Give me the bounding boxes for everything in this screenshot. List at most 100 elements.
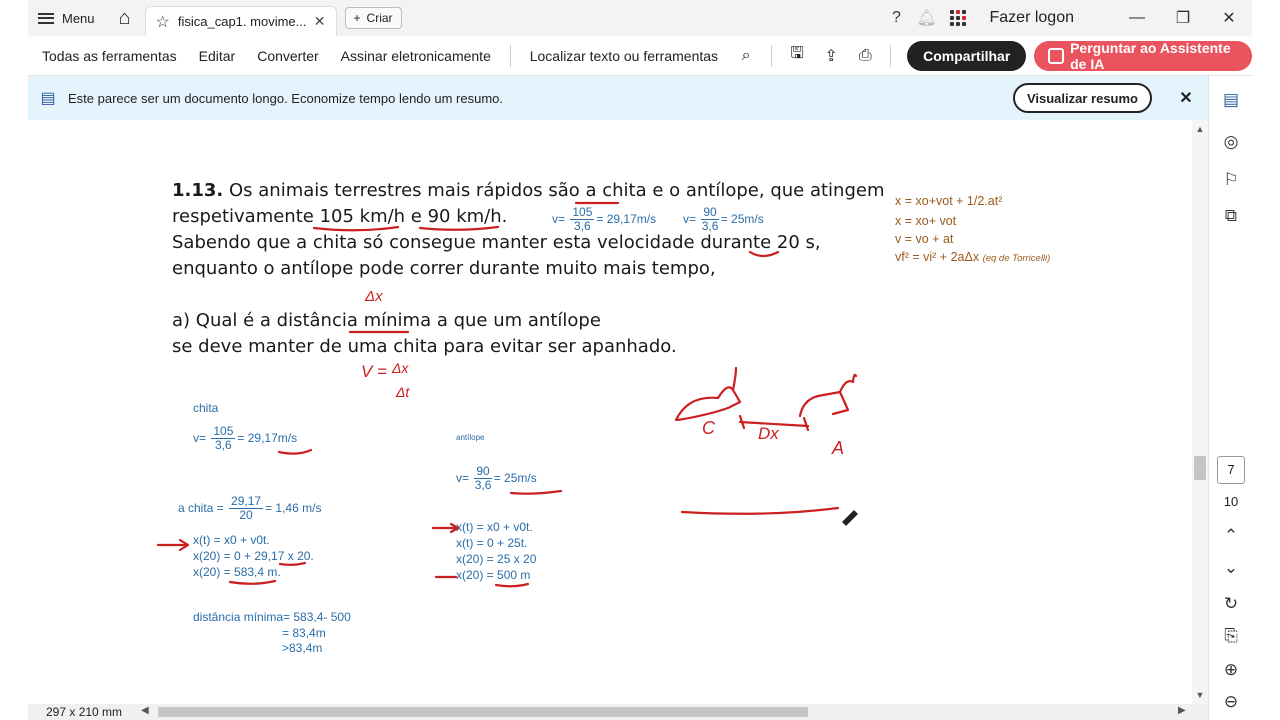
underline-583 xyxy=(228,579,277,585)
sign-menu[interactable]: Assinar eletronicamente xyxy=(330,48,502,64)
question-number: 1.13. xyxy=(172,180,224,201)
speed-conversion-antilope: v= 90 3,6 = 25m/s xyxy=(683,205,764,234)
rotate-icon[interactable]: ↻ xyxy=(1209,594,1253,614)
delta-x-annotation: Δx xyxy=(365,288,383,305)
current-page-input[interactable]: 7 xyxy=(1217,456,1245,484)
pages-icon[interactable]: ⧉ xyxy=(1209,206,1253,226)
antilope-position-4: x(20) = 500 m xyxy=(456,568,531,582)
pencil-cursor xyxy=(842,510,858,526)
chita-sketch xyxy=(674,366,742,422)
question-line-2: respetivamente 105 km/h e 90 km/h. xyxy=(172,206,508,227)
ai-assistant-button[interactable]: Perguntar ao Assistente de IA xyxy=(1034,39,1253,72)
zoom-in-icon[interactable]: ⊕ xyxy=(1209,660,1253,680)
right-margin xyxy=(1252,0,1280,720)
sign-in-link[interactable]: Fazer logon xyxy=(990,9,1075,27)
underline-90 xyxy=(418,225,500,231)
close-banner-icon[interactable]: ✕ xyxy=(1174,88,1198,108)
close-window-icon[interactable]: ✕ xyxy=(1206,8,1252,28)
chita-title: chita xyxy=(193,401,219,415)
antilope-letter: A xyxy=(832,438,845,458)
scroll-down-icon[interactable]: ▼ xyxy=(1192,690,1208,700)
document-page[interactable]: 1.13. Os animais terrestres mais rápidos… xyxy=(28,120,1192,704)
hamburger-icon xyxy=(38,12,54,24)
chita-acceleration: a chita = 29,17 20 = 1,46 m/s xyxy=(178,494,322,523)
bell-icon[interactable]: 🔔︎ xyxy=(912,8,942,28)
next-page-icon[interactable]: ⌄ xyxy=(1209,558,1253,578)
summary-icon: ▤ xyxy=(40,90,56,107)
create-button[interactable]: + Criar xyxy=(344,7,402,29)
formula-1: x = xo+vot + 1/2.at² xyxy=(895,194,1003,208)
chita-speed: v= 105 3,6 = 29,17m/s xyxy=(193,424,298,453)
question-line-1-text: Os animais terrestres mais rápidos são a… xyxy=(228,180,885,201)
upload-cloud-icon[interactable]: ⇪ xyxy=(814,46,848,66)
vertical-scrollbar[interactable]: ▲ ▼ xyxy=(1192,120,1208,704)
antilope-position-2: x(t) = 0 + 25t. xyxy=(456,536,528,550)
zoom-out-icon[interactable]: ⊖ xyxy=(1209,692,1253,712)
summary-panel-icon[interactable]: ▤ xyxy=(1209,90,1253,110)
find-tools-field[interactable]: Localizar texto ou ferramentas xyxy=(519,48,729,64)
convert-menu[interactable]: Converter xyxy=(246,48,329,64)
distance-line-3: >83,4m xyxy=(282,641,323,655)
vertical-scroll-thumb[interactable] xyxy=(1194,456,1206,480)
toolbar-divider xyxy=(509,44,511,67)
question-line-6: se deve manter de uma chita para evitar … xyxy=(172,336,677,357)
all-tools-menu[interactable]: Todas as ferramentas xyxy=(28,48,188,64)
distance-line-1: distância mínima= 583,4- 500 xyxy=(193,610,351,624)
help-icon[interactable]: ? xyxy=(882,9,912,27)
home-icon[interactable]: ⌂ xyxy=(105,0,145,36)
minimize-icon[interactable]: — xyxy=(1114,9,1160,27)
speed-formula-v: V = xyxy=(361,362,387,381)
ai-assistant-label: Perguntar ao Assistente de IA xyxy=(1070,39,1231,72)
scroll-up-icon[interactable]: ▲ xyxy=(1192,124,1208,134)
close-tab-icon[interactable]: ✕ xyxy=(314,13,326,30)
chita-letter: C xyxy=(702,418,715,438)
antilope-title: antílope xyxy=(456,433,485,442)
underline-29-17b xyxy=(278,561,307,566)
maximize-icon[interactable]: ❐ xyxy=(1160,8,1206,28)
edit-menu[interactable]: Editar xyxy=(188,48,247,64)
chita-position-3: x(20) = 583,4 m. xyxy=(193,565,281,579)
underline-500 xyxy=(494,582,530,588)
document-tab[interactable]: ☆ fisica_cap1. movime... ✕ xyxy=(144,6,337,36)
formula-3: v = vo + at xyxy=(895,232,954,246)
comment-icon[interactable]: ◎ xyxy=(1209,132,1253,152)
title-bar: Menu ⌂ ☆ fisica_cap1. movime... ✕ + Cria… xyxy=(28,0,1252,36)
dx-label: Dx xyxy=(758,424,779,443)
create-label: Criar xyxy=(366,11,393,25)
underline-105 xyxy=(312,225,400,232)
page-size-label: 297 x 210 mm xyxy=(46,705,123,719)
question-line-3: Sabendo que a chita só consegue manter e… xyxy=(172,232,821,253)
previous-page-icon[interactable]: ⌃ xyxy=(1209,526,1253,546)
extract-page-icon[interactable]: ⎘ xyxy=(1209,626,1253,646)
status-bar: 297 x 210 mm ◀ ▶ xyxy=(28,704,1192,720)
antilope-position-3: x(20) = 25 x 20 xyxy=(456,552,537,566)
left-margin xyxy=(0,0,28,720)
search-icon[interactable]: ⌕ xyxy=(729,47,763,65)
antilope-position-1: x(t) = x0 + v0t. xyxy=(456,520,533,534)
arrow-antilope-1 xyxy=(431,522,460,534)
horizontal-scroll-thumb[interactable] xyxy=(158,707,808,717)
save-icon[interactable]: 🖫 xyxy=(780,42,814,69)
bottom-line xyxy=(680,506,840,515)
arrow-chita xyxy=(156,538,190,552)
antilope-sketch xyxy=(798,373,858,418)
speed-conversion-chita: v= 105 3,6 = 29,17m/s xyxy=(552,205,657,234)
scroll-left-icon[interactable]: ◀ xyxy=(141,705,149,716)
menu-button[interactable]: Menu xyxy=(28,0,105,36)
scroll-right-icon[interactable]: ▶ xyxy=(1178,705,1186,716)
formula-2: x = xo+ vot xyxy=(895,214,957,228)
apps-icon[interactable] xyxy=(949,10,966,26)
summary-banner: ▤ Este parece ser um documento longo. Ec… xyxy=(28,76,1208,120)
print-icon[interactable]: ⎙ xyxy=(848,47,882,65)
speed-formula-den: Δt xyxy=(396,384,410,400)
question-line-1: 1.13. Os animais terrestres mais rápidos… xyxy=(172,180,884,201)
right-tool-rail: ▤ ◎ ⚐ ⧉ 7 10 ⌃ ⌄ ↻ ⎘ ⊕ ⊖ xyxy=(1208,76,1252,720)
chita-position-1: x(t) = x0 + v0t. xyxy=(193,533,270,547)
view-summary-button[interactable]: Visualizar resumo xyxy=(1012,83,1152,113)
star-icon[interactable]: ☆ xyxy=(156,12,170,32)
ai-assistant-icon xyxy=(1048,47,1065,64)
share-button[interactable]: Compartilhar xyxy=(907,40,1027,71)
toolbar-divider xyxy=(771,44,772,67)
bookmark-icon[interactable]: ⚐ xyxy=(1209,170,1253,190)
main-toolbar: Todas as ferramentas Editar Converter As… xyxy=(28,36,1253,76)
